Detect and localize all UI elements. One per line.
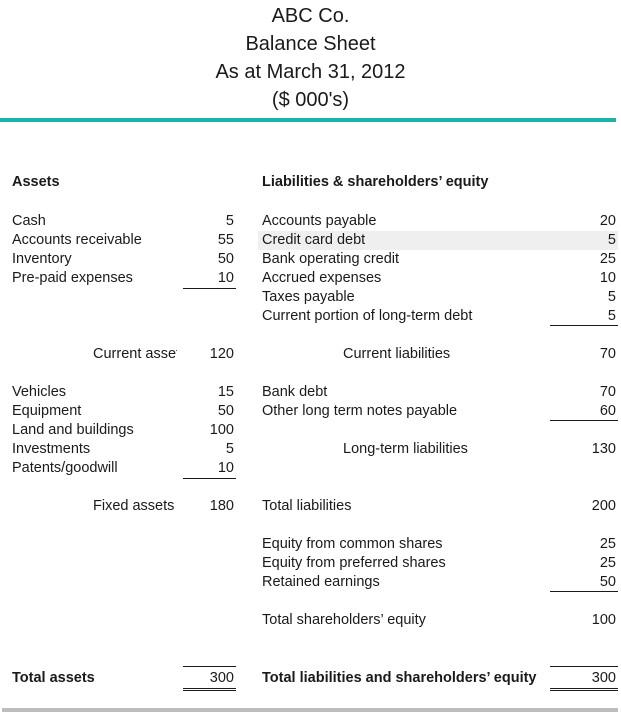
liability-label: Credit card debt — [262, 232, 366, 248]
total-assets-label: Total assets — [12, 670, 95, 686]
report-date: As at March 31, 2012 — [215, 61, 406, 83]
liability-label: Accounts payable — [262, 213, 377, 229]
current-assets-label: Current assets — [93, 346, 177, 362]
footer-divider — [2, 708, 618, 712]
asset-label: Pre-paid expenses — [12, 270, 133, 286]
report-title: Balance Sheet — [245, 33, 376, 55]
liability-label: Accrued expenses — [262, 270, 382, 286]
asset-value: 15 — [217, 384, 234, 400]
total-double-underline — [183, 690, 236, 691]
equity-value: 50 — [599, 574, 616, 590]
total-double-underline — [550, 688, 618, 689]
liability-value: 10 — [599, 270, 616, 286]
asset-label: Inventory — [12, 251, 72, 267]
fixed-assets-label: Fixed assets — [93, 498, 175, 514]
liability-label: Bank debt — [262, 384, 328, 400]
asset-label: Cash — [12, 213, 46, 229]
liability-value: 70 — [599, 384, 616, 400]
liability-value: 5 — [607, 232, 616, 248]
total-overline — [550, 666, 618, 667]
company-name: ABC Co. — [271, 5, 350, 27]
report-units: ($ 000's) — [271, 89, 350, 111]
grand-total-value: 300 — [591, 670, 616, 686]
fixed-assets-value: 180 — [209, 498, 234, 514]
asset-value: 10 — [217, 460, 234, 476]
subtotal-underline — [183, 478, 236, 479]
subtotal-underline — [550, 325, 618, 326]
asset-label: Land and buildings — [12, 422, 134, 438]
asset-value: 50 — [217, 403, 234, 419]
equity-value: 25 — [599, 555, 616, 571]
header-divider — [0, 118, 616, 122]
liability-value: 5 — [607, 289, 616, 305]
report-header: ABC Co. Balance Sheet As at March 31, 20… — [0, 0, 621, 114]
equity-label: Retained earnings — [262, 574, 380, 590]
liability-value: 60 — [599, 403, 616, 419]
liabilities-heading: Liabilities & shareholders’ equity — [262, 174, 489, 190]
asset-label: Vehicles — [12, 384, 67, 400]
total-equity-label: Total shareholders’ equity — [262, 612, 426, 628]
long-term-liabilities-value: 130 — [591, 441, 616, 457]
assets-heading: Assets — [12, 174, 60, 190]
total-equity-value: 100 — [591, 612, 616, 628]
equity-label: Equity from preferred shares — [262, 555, 446, 571]
asset-value: 10 — [217, 270, 234, 286]
asset-value: 5 — [225, 441, 234, 457]
total-double-underline — [183, 688, 236, 689]
subtotal-underline — [550, 591, 618, 592]
liability-label: Current portion of long-term debt — [262, 308, 473, 324]
total-liabilities-value: 200 — [591, 498, 616, 514]
asset-label: Equipment — [12, 403, 82, 419]
total-assets-value: 300 — [209, 670, 234, 686]
equity-label: Equity from common shares — [262, 536, 443, 552]
total-overline — [183, 666, 236, 667]
asset-label: Accounts receivable — [12, 232, 142, 248]
asset-value: 55 — [217, 232, 234, 248]
liability-label: Bank operating credit — [262, 251, 400, 267]
current-assets-value: 120 — [209, 346, 234, 362]
asset-value: 50 — [217, 251, 234, 267]
liability-label: Other long term notes payable — [262, 403, 458, 419]
long-term-liabilities-label: Long-term liabilities — [343, 441, 468, 457]
asset-label: Investments — [12, 441, 91, 457]
liability-value: 25 — [599, 251, 616, 267]
subtotal-underline — [183, 288, 236, 289]
asset-value: 100 — [209, 422, 234, 438]
grand-total-label: Total liabilities and shareholders’ equi… — [262, 670, 537, 686]
total-liabilities-label: Total liabilities — [262, 498, 352, 514]
total-double-underline — [550, 690, 618, 691]
asset-value: 5 — [225, 213, 234, 229]
equity-value: 25 — [599, 536, 616, 552]
current-liabilities-value: 70 — [599, 346, 616, 362]
liability-value: 5 — [607, 308, 616, 324]
current-liabilities-label: Current liabilities — [343, 346, 451, 362]
liability-value: 20 — [599, 213, 616, 229]
asset-label: Patents/goodwill — [12, 460, 118, 476]
subtotal-underline — [550, 420, 618, 421]
liability-label: Taxes payable — [262, 289, 355, 305]
